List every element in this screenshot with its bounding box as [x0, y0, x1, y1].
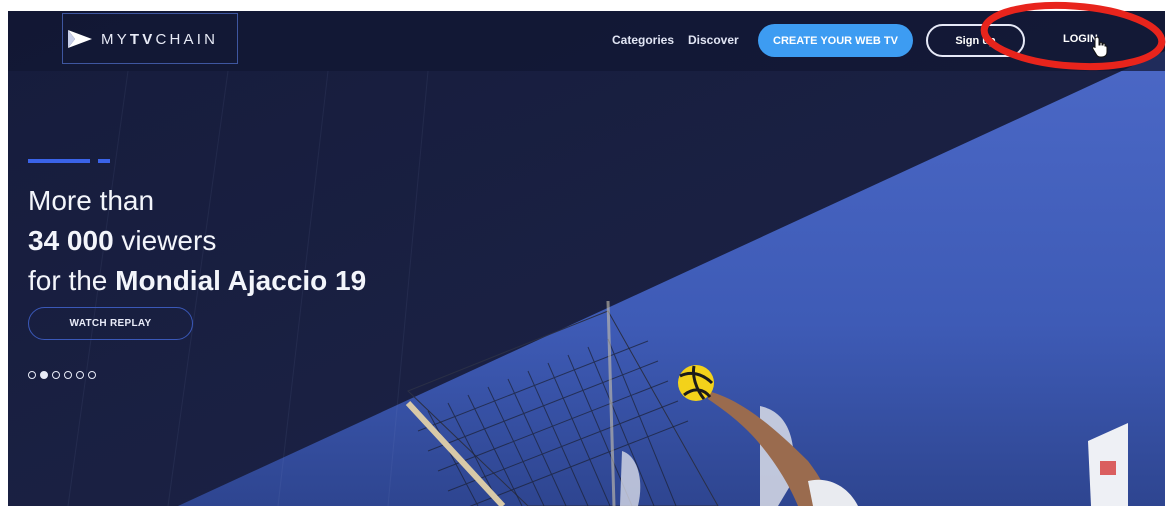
accent-bar-long [28, 159, 90, 163]
red-highlight-ellipse [980, 1, 1166, 71]
slide-dot-2[interactable] [40, 371, 48, 379]
viewers-label: viewers [113, 225, 217, 256]
slide-indicators [28, 371, 96, 379]
event-name: Mondial Ajaccio 19 [115, 265, 367, 296]
play-triangle-icon [68, 30, 92, 48]
hero-headline-line2: 34 000 viewers [28, 225, 216, 257]
watch-replay-button[interactable]: WATCH REPLAY [28, 307, 193, 340]
hero-headline-line1: More than [28, 185, 155, 216]
slide-dot-5[interactable] [76, 371, 84, 379]
page-frame: MYTVCHAIN Categories Discover CREATE YOU… [8, 11, 1165, 506]
hero-headline-line3: for the Mondial Ajaccio 19 [28, 265, 366, 297]
slide-dot-6[interactable] [88, 371, 96, 379]
logo-text-my: MY [101, 31, 130, 48]
create-web-tv-button[interactable]: CREATE YOUR WEB TV [758, 24, 913, 57]
slide-dot-3[interactable] [52, 371, 60, 379]
slide-dot-1[interactable] [28, 371, 36, 379]
mytvchain-logo[interactable]: MYTVCHAIN [62, 13, 238, 64]
logo-wordmark: MYTVCHAIN [101, 31, 218, 48]
nav-categories-link[interactable]: Categories [612, 33, 674, 47]
for-the-label: for the [28, 265, 116, 296]
hero-background [8, 11, 1165, 506]
accent-bar-short [98, 159, 110, 163]
slide-dot-4[interactable] [64, 371, 72, 379]
logo-text-tv: TV [129, 31, 156, 48]
nav-discover-link[interactable]: Discover [688, 33, 739, 47]
viewer-count: 34 000 [28, 225, 114, 256]
logo-text-chain: CHAIN [155, 31, 219, 48]
